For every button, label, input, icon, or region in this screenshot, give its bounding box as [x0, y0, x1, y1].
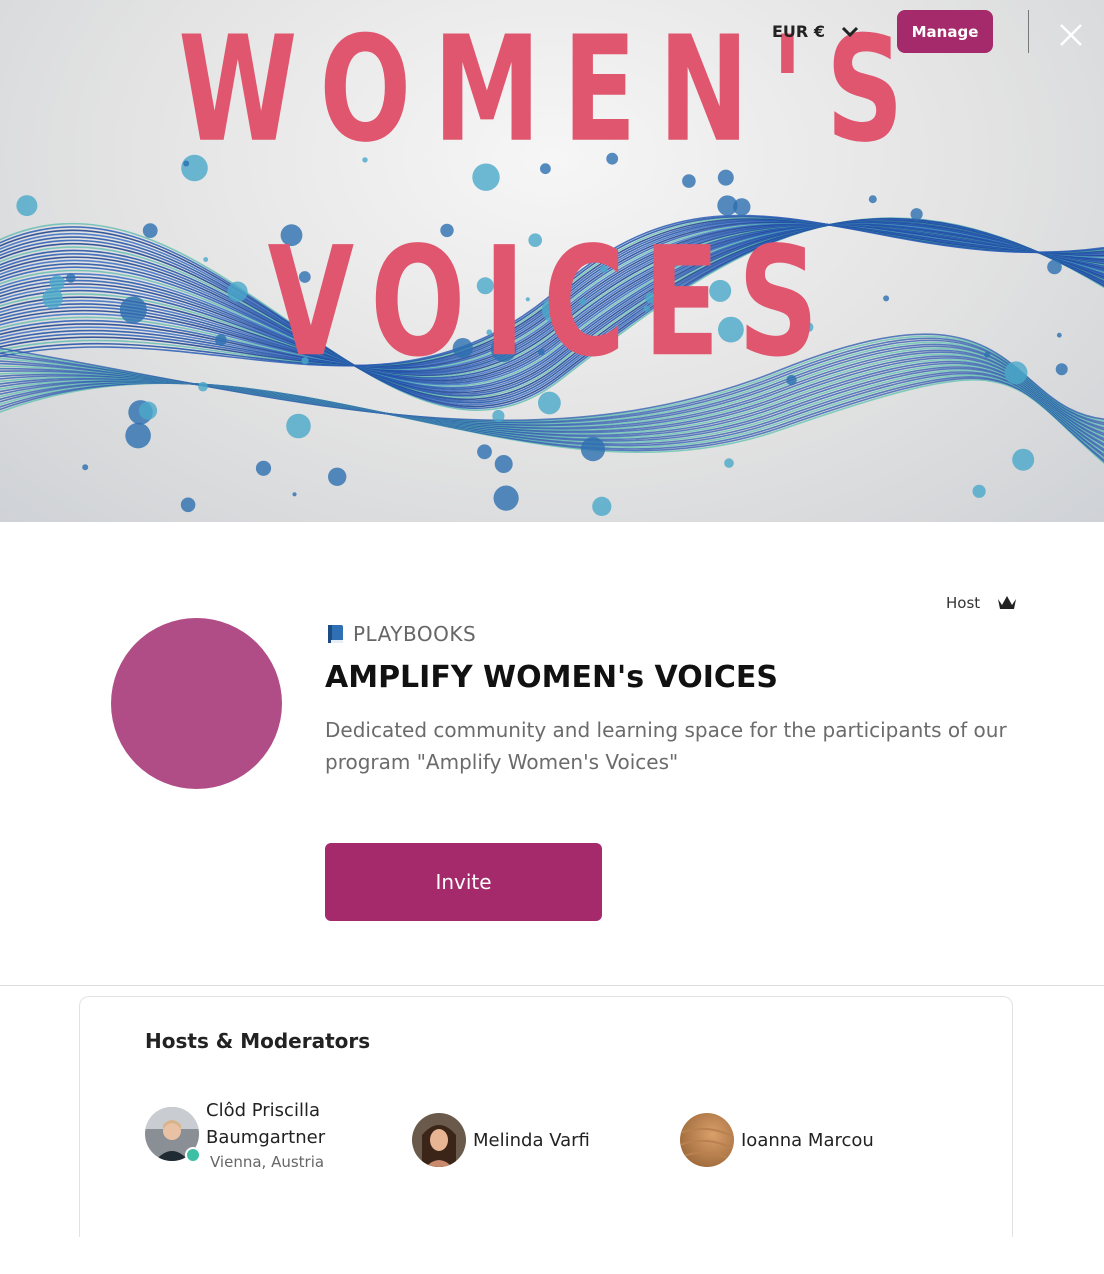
decorative-bubble [538, 391, 561, 415]
avatar [412, 1113, 466, 1167]
decorative-bubble [592, 496, 612, 516]
hosts-card: Hosts & Moderators Clôd Priscilla Baumga… [79, 996, 1013, 1237]
decorative-bubble [682, 174, 696, 188]
decorative-bubble [16, 195, 38, 217]
category-label: PLAYBOOKS [353, 622, 477, 646]
decorative-bubble [138, 401, 158, 420]
avatar [679, 1113, 735, 1167]
invite-button[interactable]: Invite [325, 843, 602, 921]
decorative-bubble [1012, 448, 1035, 471]
group-title: AMPLIFY WOMEN's VOICES [325, 660, 779, 695]
host-member[interactable]: Melinda Varfi [412, 1113, 590, 1167]
decorative-bubble [328, 467, 347, 486]
blue-book-icon [328, 625, 343, 643]
member-name: Melinda Varfi [473, 1129, 590, 1151]
decorative-bubble [580, 437, 606, 462]
decorative-bubble [494, 455, 513, 473]
member-name-line1: Clôd Priscilla [206, 1100, 320, 1121]
group-description: Dedicated community and learning space f… [325, 718, 1007, 774]
crown-icon [998, 596, 1017, 609]
hosts-heading: Hosts & Moderators [145, 1029, 371, 1053]
decorative-bubble [286, 413, 311, 439]
decorative-bubble [717, 195, 738, 216]
banner-title-line2: VOICES [267, 215, 837, 391]
chevron-down-icon [841, 26, 859, 37]
decorative-bubble [292, 492, 297, 497]
avatar [145, 1107, 201, 1163]
header-divider [1028, 10, 1029, 53]
member-name-line2: Baumgartner [206, 1127, 326, 1148]
manage-button[interactable]: Manage [897, 10, 993, 53]
decorative-bubble [972, 484, 986, 498]
decorative-bubble [255, 460, 272, 476]
decorative-bubble [724, 458, 734, 468]
currency-selector[interactable]: EUR € [772, 22, 859, 41]
host-member[interactable]: Clôd Priscilla Baumgartner Vienna, Austr… [145, 1097, 325, 1171]
host-role-badge: Host [946, 594, 1018, 612]
decorative-bubble [493, 485, 519, 511]
cover-banner: WOMEN'S VOICES EUR € Manage [0, 0, 1104, 522]
decorative-bubble [477, 444, 492, 460]
host-member[interactable]: Ioanna Marcou [679, 1113, 874, 1167]
group-avatar [111, 618, 282, 789]
decorative-bubble [125, 422, 151, 449]
group-category: PLAYBOOKS [325, 622, 476, 646]
close-icon[interactable] [1056, 20, 1086, 50]
member-name: Ioanna Marcou [741, 1129, 874, 1151]
member-location: Vienna, Austria [210, 1153, 325, 1171]
decorative-bubble [868, 195, 877, 204]
decorative-bubble [82, 464, 89, 471]
online-status-dot [185, 1147, 201, 1163]
decorative-bubble [492, 409, 505, 423]
section-divider [0, 985, 1104, 986]
decorative-bubble [180, 497, 196, 513]
host-label: Host [946, 594, 981, 612]
currency-label: EUR € [772, 22, 825, 41]
